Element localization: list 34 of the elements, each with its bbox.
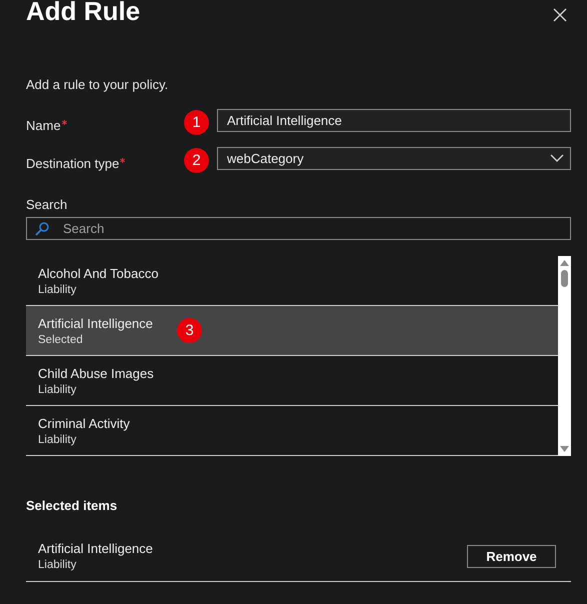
text-field[interactable]: Artificial Intelligence <box>217 108 571 132</box>
close-icon <box>553 8 567 22</box>
scrollbar-thumb[interactable] <box>561 270 568 287</box>
remove-button[interactable]: Remove <box>467 544 556 568</box>
field-label: Name <box>26 118 61 132</box>
search-label: Search <box>26 197 68 212</box>
section-heading: Selected items <box>26 498 118 513</box>
category-name: Artificial Intelligence <box>38 316 153 330</box>
scroll-down-icon <box>560 446 569 452</box>
selected-item-detail: Liability <box>38 559 78 571</box>
description-text: Add a rule to your policy. <box>26 77 170 92</box>
category-detail: Selected <box>38 334 84 346</box>
category-name: Child Abuse Images <box>38 366 154 380</box>
selected-item-name: Artificial Intelligence <box>38 541 153 556</box>
close-button[interactable] <box>553 8 567 22</box>
step-number-badge: 2 <box>184 148 209 172</box>
category-list-item[interactable]: Child Abuse Images Liability <box>26 356 558 406</box>
category-list-item[interactable]: Criminal Activity Liability <box>26 406 558 456</box>
category-detail: Liability <box>38 284 78 296</box>
scroll-up-icon <box>560 260 569 266</box>
category-name: Alcohol And Tobacco <box>38 266 158 280</box>
scrollbar[interactable] <box>558 256 571 456</box>
category-list-item[interactable]: Artificial Intelligence Selected 3 <box>26 306 558 356</box>
step-number-badge: 1 <box>184 110 209 134</box>
field-label: Destination type <box>26 156 120 170</box>
category-name: Criminal Activity <box>38 416 130 430</box>
dropdown[interactable]: webCategory <box>217 146 571 170</box>
search-icon <box>35 222 49 236</box>
category-detail: Liability <box>38 434 78 446</box>
chevron-down-icon <box>550 154 564 162</box>
search-field[interactable]: Search <box>26 217 571 240</box>
category-detail: Liability <box>38 384 78 396</box>
dialog-title: Add Rule <box>26 0 140 26</box>
step-number-badge: 3 <box>177 318 202 343</box>
